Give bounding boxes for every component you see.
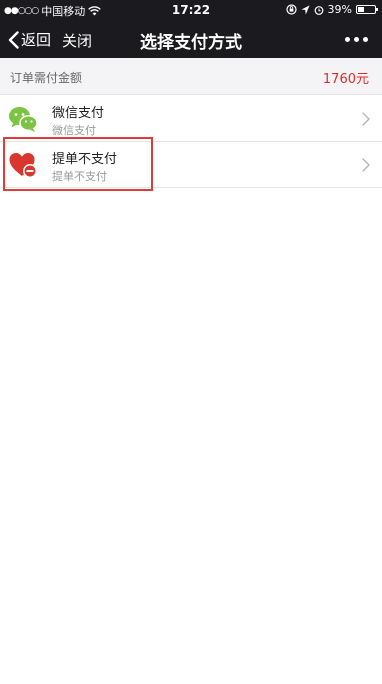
payment-option-title: 提单不支付 bbox=[52, 152, 118, 167]
chevron-right-icon bbox=[362, 158, 370, 172]
divider bbox=[0, 187, 382, 188]
payment-option-order-without-pay[interactable]: 提单不支付 提单不支付 bbox=[0, 142, 382, 188]
close-button[interactable]: 关闭 bbox=[62, 30, 92, 51]
payment-option-wechat[interactable]: 微信支付 微信支付 bbox=[0, 96, 382, 142]
battery-percent: 39% bbox=[327, 3, 352, 16]
alarm-clock-icon bbox=[314, 5, 323, 15]
nav-bar: 返回 关闭 选择支付方式 bbox=[0, 20, 382, 58]
order-amount-value: 1760元 bbox=[322, 72, 369, 87]
status-bar: ●●○○○ 中国移动 17:22 39% bbox=[0, 0, 382, 20]
location-arrow-icon bbox=[301, 5, 310, 14]
status-right: 39% bbox=[285, 3, 378, 16]
page-title: 选择支付方式 bbox=[140, 33, 242, 53]
wechat-icon bbox=[9, 107, 38, 132]
chevron-right-icon bbox=[362, 112, 370, 126]
more-dot-icon bbox=[345, 37, 350, 42]
heart-minus-icon bbox=[9, 153, 37, 178]
more-dot-icon bbox=[363, 37, 368, 42]
payment-option-subtitle: 提单不支付 bbox=[52, 170, 107, 183]
back-button[interactable]: 返回 bbox=[8, 29, 51, 50]
battery-level-fill bbox=[358, 7, 365, 12]
more-dot-icon bbox=[354, 37, 359, 42]
back-label: 返回 bbox=[21, 31, 52, 49]
payment-option-title: 微信支付 bbox=[52, 106, 105, 121]
order-amount-label: 订单需付金额 bbox=[10, 71, 83, 85]
battery-icon bbox=[356, 5, 378, 14]
more-options-button[interactable] bbox=[345, 37, 368, 42]
orientation-lock-icon bbox=[285, 4, 297, 15]
order-amount-bar: 订单需付金额 1760元 bbox=[0, 58, 382, 95]
payment-option-subtitle: 微信支付 bbox=[52, 124, 96, 137]
chevron-left-icon bbox=[8, 30, 19, 49]
